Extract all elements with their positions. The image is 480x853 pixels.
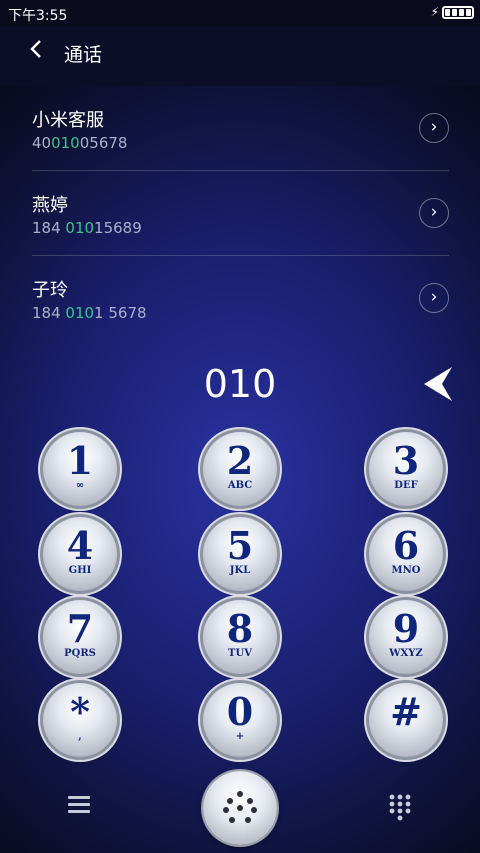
contact-detail-chevron-icon[interactable]: › bbox=[419, 283, 449, 313]
contact-name: 子玲 bbox=[32, 280, 68, 301]
key-2[interactable]: 2 ABC bbox=[203, 432, 277, 506]
battery-icon bbox=[442, 5, 474, 19]
page-title: 通话 bbox=[64, 44, 103, 66]
key-4[interactable]: 4 GHI bbox=[43, 517, 117, 591]
dialed-number: 010 bbox=[203, 362, 277, 406]
key-3[interactable]: 3 DEF bbox=[369, 432, 443, 506]
keypad-grid-icon[interactable] bbox=[389, 794, 411, 826]
contact-detail-chevron-icon[interactable]: › bbox=[419, 113, 449, 143]
status-time: 下午3:55 bbox=[8, 8, 68, 24]
contact-item[interactable]: 燕婷 184 01015689 › bbox=[32, 171, 449, 255]
status-bar: 下午3:55 ⚡ bbox=[0, 0, 480, 26]
charging-icon: ⚡ bbox=[430, 5, 439, 19]
voicemail-icon: ∞ bbox=[75, 480, 85, 491]
back-icon[interactable] bbox=[28, 36, 44, 69]
key-hash[interactable]: # bbox=[369, 683, 443, 757]
contact-number: 184 0101 5678 bbox=[32, 304, 147, 322]
contact-item[interactable]: 小米客服 4001005678 › bbox=[32, 86, 449, 170]
key-9[interactable]: 9 WXYZ bbox=[369, 600, 443, 674]
key-6[interactable]: 6 MNO bbox=[369, 517, 443, 591]
key-7[interactable]: 7 PQRS bbox=[43, 600, 117, 674]
key-8[interactable]: 8 TUV bbox=[203, 600, 277, 674]
header: 通话 bbox=[0, 26, 480, 86]
key-5[interactable]: 5 JKL bbox=[203, 517, 277, 591]
dialpad-dots-icon bbox=[223, 791, 257, 823]
menu-icon[interactable] bbox=[68, 796, 90, 817]
status-icons: ⚡ bbox=[431, 5, 474, 19]
backspace-icon[interactable] bbox=[424, 367, 454, 405]
key-0[interactable]: 0 + bbox=[203, 683, 277, 757]
key-1[interactable]: 1 ∞ bbox=[43, 432, 117, 506]
contact-number: 184 01015689 bbox=[32, 219, 142, 237]
contact-name: 小米客服 bbox=[32, 110, 104, 131]
dialpad-toggle-button[interactable] bbox=[203, 771, 277, 845]
key-star[interactable]: * , bbox=[43, 683, 117, 757]
contact-name: 燕婷 bbox=[32, 195, 68, 216]
contact-item[interactable]: 子玲 184 0101 5678 › bbox=[32, 256, 449, 340]
contact-detail-chevron-icon[interactable]: › bbox=[419, 198, 449, 228]
contact-number: 4001005678 bbox=[32, 134, 128, 152]
